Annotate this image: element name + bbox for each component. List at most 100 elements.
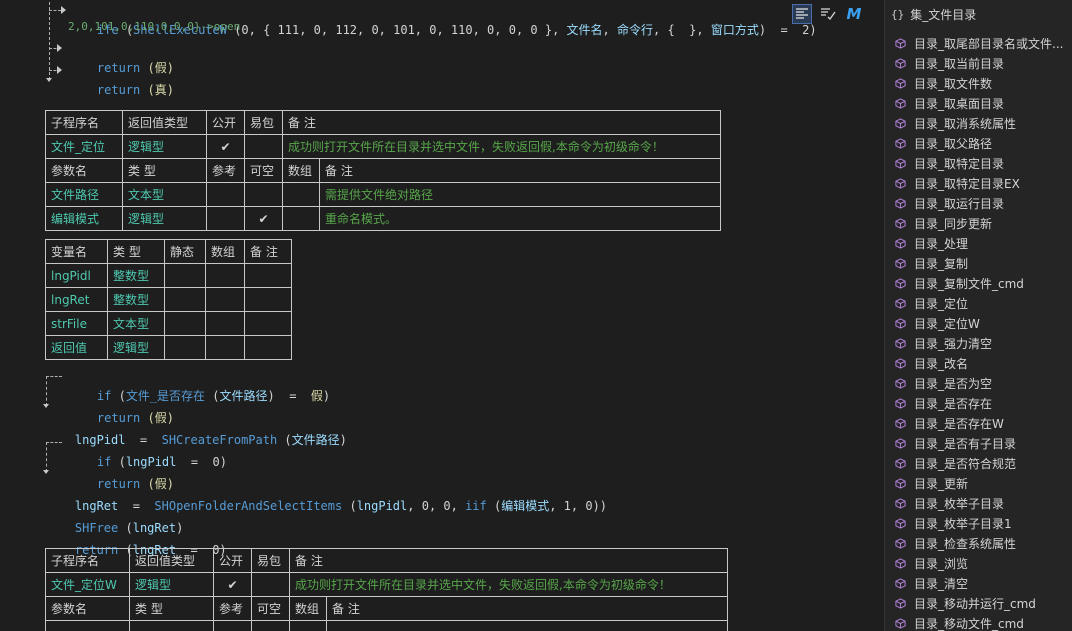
code-line[interactable]: lngRet = SHOpenFolderAndSelectItems (lng… <box>46 476 607 513</box>
method-icon <box>895 557 906 569</box>
note-cell[interactable]: 成功则打开文件所在目录并选中文件，失败返回假,本命令为初级命令！ <box>289 572 728 597</box>
symbol-list-item[interactable]: 目录_同步更新 <box>895 213 1072 233</box>
note-cell[interactable]: 重命名模式。 <box>319 206 721 231</box>
code-line[interactable]: return (假) <box>68 38 174 75</box>
flow-guide <box>49 2 50 80</box>
table-row[interactable]: 文件_定位 逻辑型 ✔ 成功则打开文件所在目录并选中文件，失败返回假,本命令为初… <box>45 134 721 159</box>
table-header: 参考 <box>206 158 245 183</box>
symbol-list-item[interactable]: 目录_枚举子目录 <box>895 493 1072 513</box>
symbol-list-item[interactable]: 目录_移动文件_cmd <box>895 613 1072 631</box>
symbol-list-item[interactable]: 目录_强力清空 <box>895 333 1072 353</box>
code-line[interactable]: if (lngPidl = 0) <box>68 432 227 469</box>
table-header: 静态 <box>164 239 206 264</box>
table-row[interactable]: 文件_定位W 逻辑型 ✔ 成功则打开文件所在目录并选中文件，失败返回假,本命令为… <box>45 572 728 597</box>
code-line[interactable]: lngPidl = SHCreateFromPath (文件路径) <box>46 410 347 447</box>
flow-guide <box>46 376 62 377</box>
format-icon[interactable] <box>792 4 812 24</box>
symbol-list-item[interactable]: 目录_取当前目录 <box>895 53 1072 73</box>
code-comment: 2,0,101,0,110,0,0,0}->open <box>68 20 241 33</box>
note-cell[interactable]: 成功则打开文件所在目录并选中文件，失败返回假,本命令为初级命令！ <box>282 134 721 159</box>
method-icon <box>895 337 906 349</box>
symbol-list-item[interactable]: 目录_是否有子目录 <box>895 433 1072 453</box>
symbol-list-item[interactable]: 目录_复制 <box>895 253 1072 273</box>
param-type[interactable]: 文本型 <box>122 182 207 207</box>
symbol-list-item[interactable]: 目录_取文件数 <box>895 73 1072 93</box>
table-header-row: 变量名 类 型 静态 数组 备 注 <box>45 239 292 264</box>
symbol-list-item[interactable]: 目录_处理 <box>895 233 1072 253</box>
table-row[interactable] <box>45 620 728 631</box>
code-line[interactable]: return (假) <box>68 388 174 425</box>
symbol-list-item[interactable]: 目录_复制文件_cmd <box>895 273 1072 293</box>
symbol-list-item[interactable]: 目录_取桌面目录 <box>895 93 1072 113</box>
symbol-list-item[interactable]: 目录_是否存在W <box>895 413 1072 433</box>
table-row[interactable]: strFile 文本型 <box>45 311 292 336</box>
symbol-list-item[interactable]: 目录_定位W <box>895 313 1072 333</box>
method-icon <box>895 597 906 609</box>
symbol-list-item[interactable]: 目录_取特定目录EX <box>895 173 1072 193</box>
code-editor[interactable]: ife (ShellExecuteW (0, { 111, 0, 112, 0,… <box>0 0 884 631</box>
m-logo-icon[interactable]: M <box>844 4 864 24</box>
code-line[interactable]: return (真) <box>68 60 174 97</box>
symbol-list-item[interactable]: 目录_浏览 <box>895 553 1072 573</box>
symbol-list-item[interactable]: 目录_更新 <box>895 473 1072 493</box>
flow-arrow-icon <box>57 44 62 52</box>
table-header: 数组 <box>282 158 320 183</box>
table-header: 可空 <box>244 158 283 183</box>
symbol-list-item[interactable]: 目录_取父路径 <box>895 133 1072 153</box>
symbol-list-item[interactable]: 目录_取消系统属性 <box>895 113 1072 133</box>
method-icon <box>895 197 906 209</box>
table-header: 类 型 <box>107 239 165 264</box>
param-name[interactable]: 文件路径 <box>45 182 123 207</box>
code-line[interactable]: SHFree (lngRet) <box>46 498 183 535</box>
code-line[interactable]: if (文件_是否存在 (文件路径) = 假) <box>68 366 330 403</box>
method-icon <box>895 517 906 529</box>
check-icon[interactable]: ✔ <box>213 572 252 597</box>
return-type[interactable]: 逻辑型 <box>122 134 207 159</box>
symbol-list-item[interactable]: 目录_是否符合规范 <box>895 453 1072 473</box>
check-icon[interactable]: ✔ <box>206 134 245 159</box>
param-name[interactable]: 编辑模式 <box>45 206 123 231</box>
table-header: 数组 <box>205 239 245 264</box>
note-cell[interactable]: 需提供文件绝对路径 <box>319 182 721 207</box>
table-header: 备 注 <box>244 239 292 264</box>
symbol-label: 目录_枚举子目录 <box>914 496 1005 511</box>
table-header-row: 参数名 类 型 参考 可空 数组 备 注 <box>45 596 728 621</box>
return-type[interactable]: 逻辑型 <box>129 572 214 597</box>
param-type[interactable]: 逻辑型 <box>122 206 207 231</box>
check-icon[interactable]: ✔ <box>244 206 283 231</box>
table-row[interactable]: lngRet 整数型 <box>45 287 292 312</box>
table-row[interactable]: lngPidl 整数型 <box>45 263 292 288</box>
symbol-label: 目录_是否存在W <box>914 416 1004 431</box>
symbol-list-item[interactable]: 目录_取特定目录 <box>895 153 1072 173</box>
table-row[interactable]: 返回值 逻辑型 <box>45 335 292 360</box>
spell-check-icon[interactable] <box>818 4 838 24</box>
symbol-list-item[interactable]: 目录_取尾部目录名或文件... <box>895 33 1072 53</box>
table-header: 参考 <box>213 596 252 621</box>
symbol-list-item[interactable]: 目录_检查系统属性 <box>895 533 1072 553</box>
flow-arrow-icon <box>57 66 62 74</box>
code-line[interactable]: return (lngRet = 0) <box>46 520 227 557</box>
symbol-list-item[interactable]: 目录_取运行目录 <box>895 193 1072 213</box>
method-icon <box>895 457 906 469</box>
panel-header[interactable]: {} 集_文件目录 <box>891 5 976 23</box>
pkg-cell[interactable] <box>244 134 283 159</box>
method-icon <box>895 437 906 449</box>
symbol-list-item[interactable]: 目录_定位 <box>895 293 1072 313</box>
table-row[interactable]: 文件路径 文本型 需提供文件绝对路径 <box>45 182 721 207</box>
symbol-list-item[interactable]: 目录_枚举子目录1 <box>895 513 1072 533</box>
symbol-label: 目录_是否为空 <box>914 376 993 391</box>
table-row[interactable]: 编辑模式 逻辑型 ✔ 重命名模式。 <box>45 206 721 231</box>
table-header-row: 子程序名 返回值类型 公开 易包 备 注 <box>45 548 728 573</box>
sub-name[interactable]: 文件_定位 <box>45 134 123 159</box>
symbol-list-item[interactable]: 目录_清空 <box>895 573 1072 593</box>
symbol-label: 目录_改名 <box>914 356 969 371</box>
code-line[interactable]: return (假) <box>68 454 174 491</box>
symbol-label: 目录_复制 <box>914 256 969 271</box>
symbol-list-item[interactable]: 目录_是否存在 <box>895 393 1072 413</box>
sub-name[interactable]: 文件_定位W <box>45 572 130 597</box>
symbol-label: 目录_是否存在 <box>914 396 993 411</box>
symbol-list-item[interactable]: 目录_移动并运行_cmd <box>895 593 1072 613</box>
symbol-list-item[interactable]: 目录_是否为空 <box>895 373 1072 393</box>
symbol-label: 目录_是否符合规范 <box>914 456 1017 471</box>
symbol-list-item[interactable]: 目录_改名 <box>895 353 1072 373</box>
